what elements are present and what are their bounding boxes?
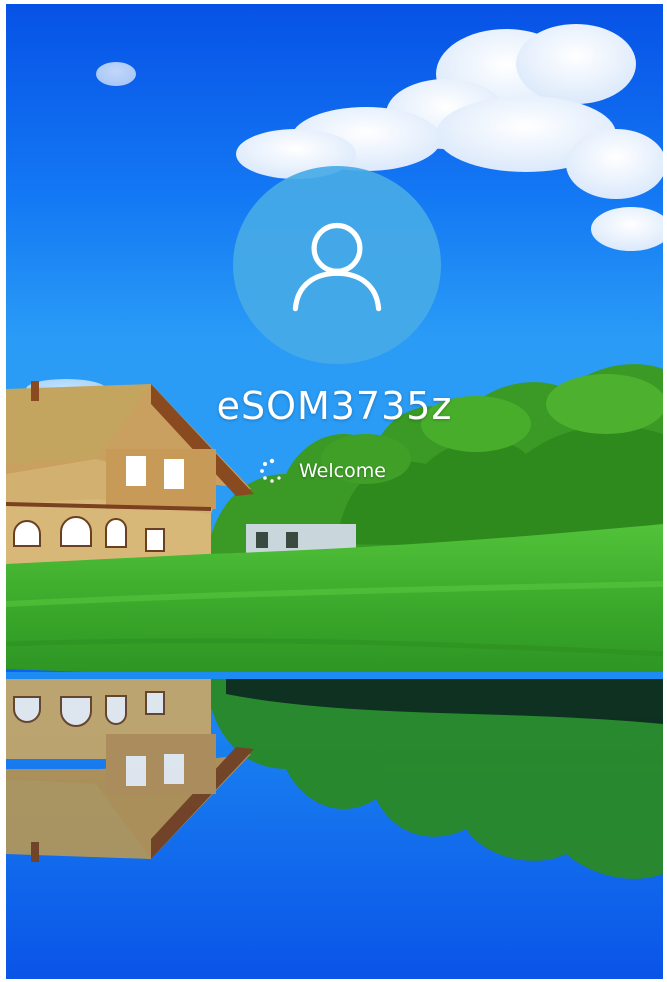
username-label: eSOM3735z [216, 384, 453, 428]
login-status: Welcome [259, 456, 386, 486]
status-text: Welcome [299, 460, 386, 482]
wallpaper-image [6, 4, 663, 979]
user-icon [292, 222, 382, 312]
lock-screen: eSOM3735z Welcome [6, 4, 663, 979]
loading-spinner-icon [260, 458, 281, 483]
user-avatar [233, 166, 441, 364]
